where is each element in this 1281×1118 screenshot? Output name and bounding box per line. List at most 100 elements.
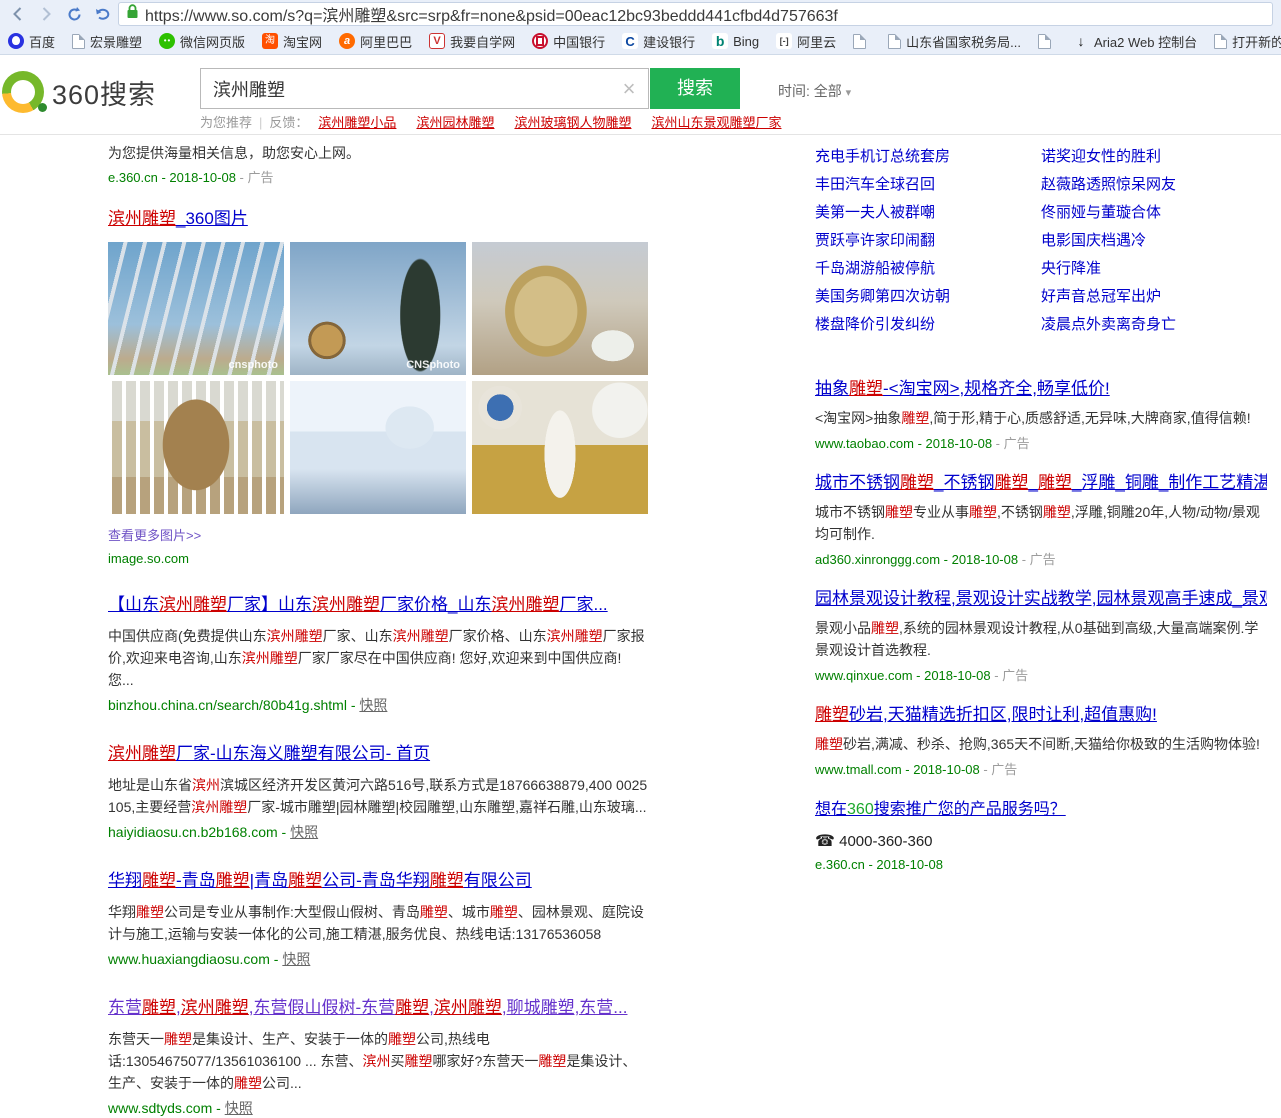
image-result-title-link[interactable]: 滨州雕塑_360图片 — [108, 209, 248, 228]
hot-news-link[interactable]: 楼盘降价引发纠纷 — [815, 311, 1041, 339]
bookmark-item[interactable]: b Bing — [712, 33, 759, 49]
bookmark-favicon — [888, 34, 901, 49]
bookmark-item[interactable]: 打开新的标签页 — [1214, 32, 1281, 51]
result-snippet: 中国供应商(免费提供山东滨州雕塑厂家、山东滨州雕塑厂家价格、山东滨州雕塑厂家报价… — [108, 625, 649, 691]
promo-date: - 2018-10-08 — [865, 857, 943, 872]
hot-news-link[interactable]: 诺奖迎女性的胜利 — [1041, 143, 1267, 171]
promo-title: 想在360搜索推广您的产品服务吗？ — [815, 799, 1267, 821]
image-watermark: cnsphoto — [229, 359, 279, 371]
hot-news-link[interactable]: 凌晨点外卖离奇身亡 — [1041, 311, 1267, 339]
ad-title-link[interactable]: 城市不锈钢雕塑_不锈钢雕塑_雕塑_浮雕_铜雕_制作工艺精湛 — [815, 473, 1267, 492]
hot-news-list: 充电手机订总统套房诺奖迎女性的胜利丰田汽车全球召回赵薇路透照惊呆网友美第一夫人被… — [815, 143, 1267, 339]
ad-label: - 广告 — [236, 170, 274, 185]
image-thumbnail-porcelain-vase[interactable] — [472, 381, 648, 514]
snapshot-link[interactable]: 快照 — [225, 1100, 253, 1116]
hot-news-link[interactable]: 千岛湖游船被停航 — [815, 255, 1041, 283]
time-filter-value: 全部 — [814, 83, 842, 99]
ad-title-link[interactable]: 雕塑砂岩,天猫精选折扣区,限时让利,超值惠购! — [815, 705, 1157, 724]
result-title-link[interactable]: 滨州雕塑厂家-山东海义雕塑有限公司- 首页 — [108, 744, 430, 763]
recommend-link[interactable]: 滨州山东景观雕塑厂家 — [651, 115, 781, 130]
ad-snippet: <淘宝网>抽象雕塑,简于形,精于心,质感舒适,无异味,大牌商家,值得信赖! — [815, 407, 1267, 429]
more-images-link[interactable]: 查看更多图片>> — [108, 528, 201, 543]
ad-label: - 广告 — [980, 762, 1018, 777]
search-result: 滨州雕塑厂家-山东海义雕塑有限公司- 首页 地址是山东省滨州滨城区经济开发区黄河… — [108, 742, 649, 842]
recommend-link[interactable]: 滨州园林雕塑 — [416, 115, 494, 130]
hot-news-link[interactable]: 丰田汽车全球召回 — [815, 171, 1041, 199]
ad-snippet: 景观小品雕塑,系统的园林景观设计教程,从0基础到高级,大量高端案例.学景观设计首… — [815, 617, 1267, 661]
bookmark-item[interactable]: 中国银行 — [532, 32, 605, 51]
image-thumbnail-sand-sculpture[interactable] — [108, 381, 284, 514]
snapshot-link[interactable]: 快照 — [282, 951, 310, 967]
so360-logo[interactable]: 360搜索 — [2, 71, 156, 113]
hot-news-link[interactable]: 好声音总冠军出炉 — [1041, 283, 1267, 311]
hot-news-link[interactable]: 赵薇路透照惊呆网友 — [1041, 171, 1267, 199]
browser-chrome: https://www.so.com/s?q=滨州雕塑&src=srp&fr=n… — [0, 0, 1281, 55]
ad-title-link[interactable]: 园林景观设计教程,景观设计实战教学,园林景观高手速成_景观... — [815, 589, 1267, 608]
hot-news-link[interactable]: 美国务卿第四次访朝 — [815, 283, 1041, 311]
hot-news-link[interactable]: 佟丽娅与董璇合体 — [1041, 199, 1267, 227]
bookmark-label: 建设银行 — [643, 32, 695, 51]
time-filter-dropdown[interactable]: 时间: 全部 ▾ — [778, 81, 851, 101]
result-title: 东营雕塑,滨州雕塑,东营假山假树-东营雕塑,滨州雕塑,聊城雕塑,东营... — [108, 996, 649, 1020]
recommend-link[interactable]: 滨州雕塑小品 — [318, 115, 396, 130]
ad-meta: e.360.cn - 2018-10-08 - 广告 — [108, 167, 649, 186]
so360-logo-dot-icon — [38, 103, 47, 112]
bookmark-label: 微信网页版 — [180, 32, 245, 51]
undo-icon[interactable] — [90, 2, 114, 26]
image-thumbnail-wheel-statue[interactable]: CNSphoto — [290, 242, 466, 375]
hot-news-link[interactable]: 电影国庆档遇冷 — [1041, 227, 1267, 255]
bookmark-item[interactable] — [1038, 34, 1056, 49]
bookmark-item[interactable]: V 我要自学网 — [429, 32, 515, 51]
promo-link[interactable]: 想在360搜索推广您的产品服务吗？ — [815, 801, 1066, 818]
result-body-wrap: 地址是山东省滨州滨城区经济开发区黄河六路516号,联系方式是1876663887… — [108, 774, 649, 842]
bookmark-item[interactable]: 山东省国家税务局... — [888, 32, 1021, 51]
bookmark-item[interactable]: ↓ Aria2 Web 控制台 — [1073, 32, 1197, 51]
bookmark-item[interactable]: a 阿里巴巴 — [339, 32, 412, 51]
bookmark-favicon: a — [339, 33, 355, 49]
bookmark-item[interactable]: 宏景雕塑 — [72, 32, 142, 51]
result-title-link[interactable]: 东营雕塑,滨州雕塑,东营假山假树-东营雕塑,滨州雕塑,聊城雕塑,东营... — [108, 998, 627, 1017]
ad-title-link[interactable]: 抽象雕塑-<淘宝网>,规格齐全,畅享低价! — [815, 379, 1110, 398]
image-thumbnail-teapot-sculpture[interactable] — [472, 242, 648, 375]
snapshot-link[interactable]: 快照 — [359, 697, 387, 713]
recommend-link[interactable]: 滨州玻璃钢人物雕塑 — [514, 115, 631, 130]
hot-news-link[interactable]: 央行降准 — [1041, 255, 1267, 283]
result-title: 华翔雕塑-青岛雕塑|青岛雕塑公司-青岛华翔雕塑有限公司 — [108, 869, 649, 893]
ad-date: - 2018-10-08 — [913, 668, 991, 683]
bookmark-item[interactable]: [-] 阿里云 — [776, 32, 836, 51]
image-thumbnail-steel-sculpture[interactable]: cnsphoto — [108, 242, 284, 375]
clear-search-icon[interactable]: × — [610, 69, 648, 108]
image-thumbnail-white-sculpture[interactable] — [290, 381, 466, 514]
forward-icon[interactable] — [34, 2, 58, 26]
ad-meta-row: www.taobao.com - 2018-10-08 - 广告 — [815, 433, 1267, 452]
back-icon[interactable] — [6, 2, 30, 26]
refresh-icon[interactable] — [62, 2, 86, 26]
url-bar[interactable]: https://www.so.com/s?q=滨州雕塑&src=srp&fr=n… — [118, 2, 1273, 26]
bookmark-item[interactable]: 百度 — [8, 32, 55, 51]
result-url: binzhou.china.cn/search/80b41g.shtml — [108, 697, 347, 713]
bookmark-favicon — [159, 33, 175, 49]
hot-news-link[interactable]: 贾跃亭许家印闹翻 — [815, 227, 1041, 255]
ad-title: 城市不锈钢雕塑_不锈钢雕塑_雕塑_浮雕_铜雕_制作工艺精湛 — [815, 471, 1267, 495]
ad-url: www.taobao.com — [815, 436, 914, 451]
snapshot-link[interactable]: 快照 — [290, 824, 318, 840]
bookmark-item[interactable]: 微信网页版 — [159, 32, 245, 51]
search-button[interactable]: 搜索 — [650, 68, 740, 109]
result-title-link[interactable]: 【山东滨州雕塑厂家】山东滨州雕塑厂家价格_山东滨州雕塑厂家... — [108, 595, 608, 614]
bookmark-label: 阿里巴巴 — [360, 32, 412, 51]
result-title: 【山东滨州雕塑厂家】山东滨州雕塑厂家价格_山东滨州雕塑厂家... — [108, 593, 649, 617]
hot-news-link[interactable]: 美第一夫人被群嘲 — [815, 199, 1041, 227]
hot-news-link[interactable]: 充电手机订总统套房 — [815, 143, 1041, 171]
top-ad-result: 为您提供海量相关信息，助您安心上网。 e.360.cn - 2018-10-08… — [108, 143, 649, 186]
image-watermark: CNSphoto — [406, 359, 460, 371]
search-input[interactable] — [201, 69, 610, 108]
ad-snippet: 雕塑砂岩,满减、秒杀、抢购,365天不间断,天猫给你极致的生活购物体验! — [815, 733, 1267, 755]
result-title-link[interactable]: 华翔雕塑-青岛雕塑|青岛雕塑公司-青岛华翔雕塑有限公司 — [108, 871, 532, 890]
bookmark-item[interactable]: 淘 淘宝网 — [262, 32, 322, 51]
bookmark-item[interactable]: C 建设银行 — [622, 32, 695, 51]
feedback-link[interactable]: 反馈： — [269, 115, 308, 130]
bookmark-item[interactable] — [853, 34, 871, 49]
recommend-links: 滨州雕塑小品 滨州园林雕塑 滨州玻璃钢人物雕塑 滨州山东景观雕塑厂家 — [308, 115, 781, 130]
search-header: 360搜索 × 搜索 时间: 全部 ▾ 为您推荐|反馈：滨州雕塑小品滨州园林雕塑… — [0, 55, 1281, 135]
bookmark-favicon: ↓ — [1073, 33, 1089, 49]
